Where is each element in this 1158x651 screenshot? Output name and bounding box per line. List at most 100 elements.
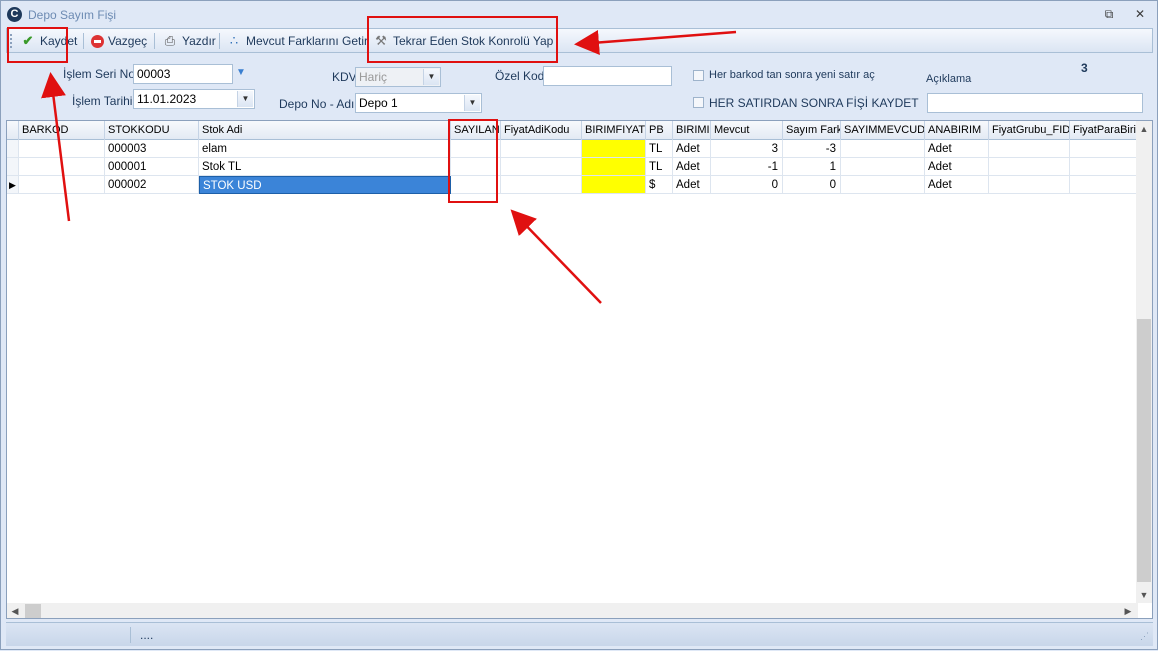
chevron-down-icon[interactable]: ▼ bbox=[464, 95, 480, 111]
repeat-stock-check-label: Tekrar Eden Stok Konrolü Yap bbox=[393, 34, 554, 48]
scroll-left-icon[interactable]: ◀ bbox=[7, 603, 23, 618]
vertical-scrollbar[interactable]: ▲ ▼ bbox=[1136, 121, 1152, 603]
serial-input[interactable] bbox=[133, 64, 233, 84]
close-icon[interactable]: ✕ bbox=[1132, 7, 1148, 21]
column-header[interactable]: SAYIMMEVCUDU bbox=[841, 121, 925, 140]
cell-anabirim[interactable]: Adet bbox=[925, 176, 989, 194]
window-title: Depo Sayım Fişi bbox=[28, 8, 117, 22]
cancel-button-label: Vazgeç bbox=[108, 34, 148, 48]
cell-fiyatgrubu[interactable] bbox=[989, 158, 1070, 176]
cell-pb[interactable]: TL bbox=[646, 158, 673, 176]
cell-stokkodu[interactable]: 000001 bbox=[105, 158, 199, 176]
column-header[interactable]: FiyatAdiKodu bbox=[501, 121, 582, 140]
cell-sayim-farki[interactable]: -3 bbox=[783, 140, 841, 158]
cell-birimfiyat[interactable] bbox=[582, 140, 646, 158]
column-header[interactable]: FiyatGrubu_FID bbox=[989, 121, 1070, 140]
cell-sayilan[interactable] bbox=[451, 176, 501, 194]
cell-stokadi-selected[interactable]: STOK USD bbox=[199, 176, 451, 194]
print-button[interactable]: ⎙ Yazdır bbox=[159, 31, 219, 51]
grid-header: BARKOD STOKKODU Stok Adi SAYILAN FiyatAd… bbox=[7, 121, 1138, 140]
cell-fiyatadikodu[interactable] bbox=[501, 158, 582, 176]
save-each-row-checkbox[interactable] bbox=[693, 97, 704, 108]
cell-stokkodu[interactable]: 000003 bbox=[105, 140, 199, 158]
cell-sayilan[interactable] bbox=[451, 140, 501, 158]
cell-fiyatparabirimi[interactable] bbox=[1070, 140, 1138, 158]
cell-sayimmevcudu[interactable] bbox=[841, 140, 925, 158]
cancel-button[interactable]: Vazgeç bbox=[88, 31, 150, 51]
cell-pb[interactable]: $ bbox=[646, 176, 673, 194]
cell-sayimmevcudu[interactable] bbox=[841, 158, 925, 176]
record-count: 3 bbox=[1081, 61, 1088, 75]
cell-sayilan[interactable] bbox=[451, 158, 501, 176]
cell-birimfiyat[interactable] bbox=[582, 158, 646, 176]
cell-fiyatparabirimi[interactable] bbox=[1070, 176, 1138, 194]
current-row-arrow-icon[interactable]: ▶ bbox=[7, 176, 19, 194]
depot-select[interactable]: Depo 1 ▼ bbox=[355, 93, 482, 113]
special-code-label: Özel Kod bbox=[495, 69, 545, 83]
cell-sayim-farki[interactable]: 0 bbox=[783, 176, 841, 194]
get-differences-button[interactable]: ∴ Mevcut Farklarını Getir bbox=[223, 31, 371, 51]
toolbar-grip[interactable] bbox=[10, 34, 13, 48]
app-logo-icon: C bbox=[7, 7, 22, 22]
cell-fiyatgrubu[interactable] bbox=[989, 176, 1070, 194]
column-header[interactable]: PB bbox=[646, 121, 673, 140]
cell-sayimmevcudu[interactable] bbox=[841, 176, 925, 194]
filter-icon[interactable]: ▼ bbox=[236, 67, 246, 78]
cell-barkod[interactable] bbox=[19, 140, 105, 158]
cell-barkod[interactable] bbox=[19, 158, 105, 176]
cell-sayim-farki[interactable]: 1 bbox=[783, 158, 841, 176]
restore-icon[interactable]: ⧉ bbox=[1101, 7, 1117, 21]
column-header[interactable]: SAYILAN bbox=[451, 121, 501, 140]
depot-value: Depo 1 bbox=[359, 96, 398, 110]
cell-fiyatparabirimi[interactable] bbox=[1070, 158, 1138, 176]
row-indicator[interactable] bbox=[7, 158, 19, 176]
cell-stokkodu[interactable]: 000002 bbox=[105, 176, 199, 194]
cell-birimi[interactable]: Adet bbox=[673, 176, 711, 194]
special-code-input[interactable] bbox=[543, 66, 672, 86]
row-indicator[interactable] bbox=[7, 140, 19, 158]
column-header[interactable]: Mevcut bbox=[711, 121, 783, 140]
cell-stokadi[interactable]: elam bbox=[199, 140, 451, 158]
column-header[interactable]: BIRIMI bbox=[673, 121, 711, 140]
chevron-down-icon[interactable]: ▼ bbox=[237, 91, 253, 107]
cell-birimi[interactable]: Adet bbox=[673, 158, 711, 176]
column-header[interactable]: ANABIRIM bbox=[925, 121, 989, 140]
repeat-stock-check-button[interactable]: ⚒ Tekrar Eden Stok Konrolü Yap bbox=[370, 31, 556, 51]
cell-barkod[interactable] bbox=[19, 176, 105, 194]
cell-stokadi[interactable]: Stok TL bbox=[199, 158, 451, 176]
column-header[interactable]: STOKKODU bbox=[105, 121, 199, 140]
cell-fiyatadikodu[interactable] bbox=[501, 140, 582, 158]
scroll-up-icon[interactable]: ▲ bbox=[1136, 121, 1152, 137]
date-input[interactable]: 11.01.2023 ▼ bbox=[133, 89, 255, 109]
cell-birimi[interactable]: Adet bbox=[673, 140, 711, 158]
cell-anabirim[interactable]: Adet bbox=[925, 140, 989, 158]
row-indicator-header bbox=[7, 121, 19, 140]
depot-label: Depo No - Adı bbox=[279, 97, 355, 111]
horizontal-scroll-thumb[interactable] bbox=[25, 604, 41, 618]
column-header[interactable]: BARKOD bbox=[19, 121, 105, 140]
column-header[interactable]: FiyatParaBirimi bbox=[1070, 121, 1138, 140]
table-row[interactable]: 000003 elam TL Adet 3 -3 Adet bbox=[7, 140, 1138, 158]
description-input[interactable] bbox=[927, 93, 1143, 113]
horizontal-scrollbar[interactable]: ◀ ▶ bbox=[7, 603, 1138, 618]
scroll-down-icon[interactable]: ▼ bbox=[1136, 587, 1152, 603]
column-header[interactable]: Stok Adi bbox=[199, 121, 451, 140]
cell-birimfiyat[interactable] bbox=[582, 176, 646, 194]
table-row[interactable]: ▶ 000002 STOK USD $ Adet 0 0 Adet bbox=[7, 176, 1138, 194]
checkmark-icon: ✔ bbox=[22, 33, 34, 48]
new-row-checkbox[interactable] bbox=[693, 70, 704, 81]
cell-fiyatgrubu[interactable] bbox=[989, 140, 1070, 158]
scroll-right-icon[interactable]: ▶ bbox=[1120, 603, 1136, 618]
cell-anabirim[interactable]: Adet bbox=[925, 158, 989, 176]
cell-mevcut[interactable]: 3 bbox=[711, 140, 783, 158]
resize-grip-icon[interactable]: ⋰ bbox=[1140, 631, 1149, 642]
cell-fiyatadikodu[interactable] bbox=[501, 176, 582, 194]
cell-mevcut[interactable]: -1 bbox=[711, 158, 783, 176]
vertical-scroll-thumb[interactable] bbox=[1137, 319, 1151, 582]
table-row[interactable]: 000001 Stok TL TL Adet -1 1 Adet bbox=[7, 158, 1138, 176]
cell-mevcut[interactable]: 0 bbox=[711, 176, 783, 194]
cell-pb[interactable]: TL bbox=[646, 140, 673, 158]
save-button[interactable]: ✔ Kaydet bbox=[17, 31, 80, 51]
column-header[interactable]: BIRIMFIYAT bbox=[582, 121, 646, 140]
column-header[interactable]: Sayım Farkı bbox=[783, 121, 841, 140]
